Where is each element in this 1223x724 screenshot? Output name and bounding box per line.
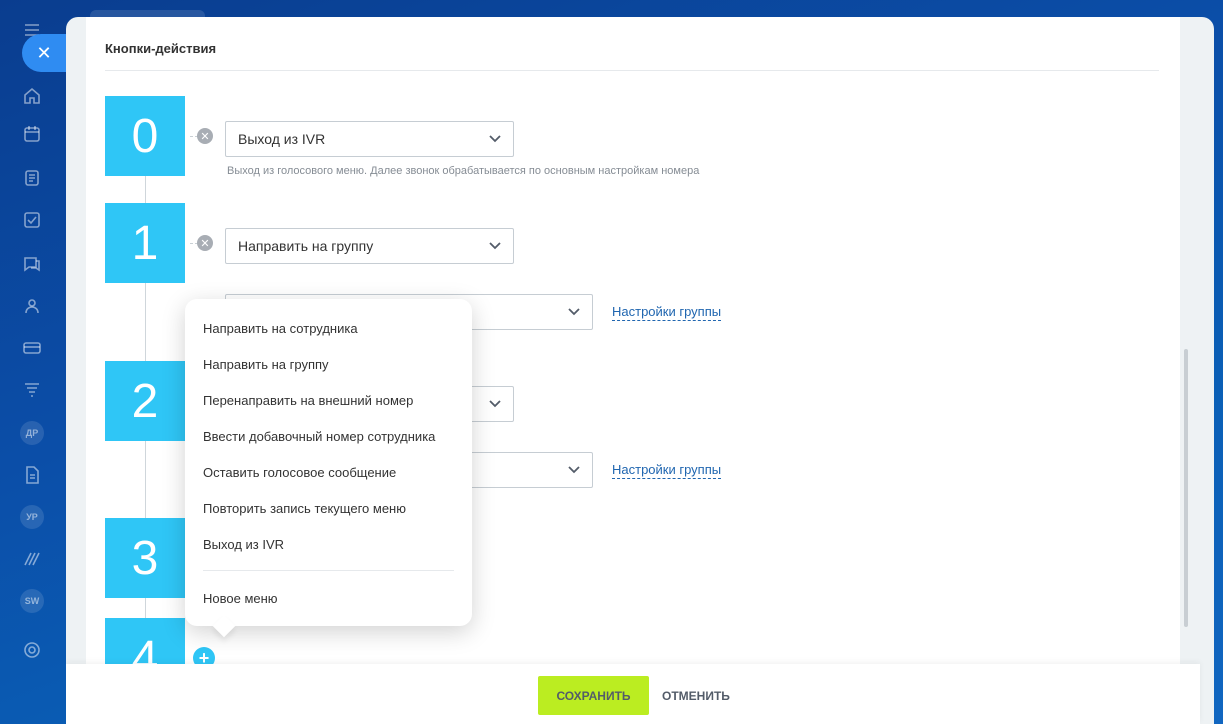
group-settings-link[interactable]: Настройки группы xyxy=(612,462,722,479)
contacts-icon[interactable] xyxy=(20,294,44,318)
action-dropdown-menu: Направить на сотрудника Направить на гру… xyxy=(185,299,472,638)
menu-item[interactable]: Ввести добавочный номер сотрудника xyxy=(203,429,435,444)
menu-item[interactable]: Направить на сотрудника xyxy=(203,321,358,336)
menu-item[interactable]: Оставить голосовое сообщение xyxy=(203,465,396,480)
menu-item[interactable]: Направить на группу xyxy=(203,357,329,372)
document-icon[interactable] xyxy=(20,166,44,190)
badge-ur[interactable]: УР xyxy=(20,505,44,529)
menu-item[interactable]: Выход из IVR xyxy=(203,537,284,552)
connector-line xyxy=(145,176,146,204)
connector-line xyxy=(145,440,146,518)
key-2: 2 xyxy=(105,361,185,441)
remove-icon[interactable]: ✕ xyxy=(197,235,213,251)
scrollbar[interactable] xyxy=(1184,349,1188,627)
chevron-down-icon xyxy=(568,308,580,316)
card-icon[interactable] xyxy=(20,336,44,360)
action-select-1[interactable]: Направить на группу xyxy=(225,228,514,264)
action-select-value: Выход из IVR xyxy=(238,131,326,147)
tasks-icon[interactable] xyxy=(20,208,44,232)
group-settings-link[interactable]: Настройки группы xyxy=(612,304,722,321)
home-icon[interactable] xyxy=(20,84,44,108)
cancel-button[interactable]: ОТМЕНИТЬ xyxy=(662,676,730,715)
connector-line xyxy=(145,598,146,618)
left-sidebar: ДР УР SW xyxy=(0,0,64,724)
menu-separator xyxy=(203,570,454,571)
chevron-down-icon xyxy=(568,466,580,474)
menu-item[interactable]: Повторить запись текущего меню xyxy=(203,501,406,516)
chevron-down-icon xyxy=(489,400,501,408)
chevron-down-icon xyxy=(489,242,501,250)
close-icon: ✕ xyxy=(36,42,52,63)
calendar-icon[interactable] xyxy=(20,122,44,146)
filter-icon[interactable] xyxy=(20,378,44,402)
popup-pointer xyxy=(212,614,236,638)
file-icon[interactable] xyxy=(20,463,44,487)
close-button[interactable]: ✕ xyxy=(22,34,66,72)
key-1: 1 xyxy=(105,203,185,283)
badge-dr[interactable]: ДР xyxy=(20,421,44,445)
footer-bar: СОХРАНИТЬ ОТМЕНИТЬ xyxy=(66,664,1200,724)
chat-icon[interactable] xyxy=(20,252,44,276)
logo-icon[interactable] xyxy=(20,547,44,571)
action-hint: Выход из голосового меню. Далее звонок о… xyxy=(227,165,700,177)
action-select-0[interactable]: Выход из IVR xyxy=(225,121,514,157)
action-select-value: Направить на группу xyxy=(238,238,374,254)
main-panel: Кнопки-действия 0 ✕ Выход из IVR Выход и… xyxy=(66,17,1214,724)
new-menu-item[interactable]: Новое меню xyxy=(203,591,278,606)
key-3: 3 xyxy=(105,518,185,598)
key-0: 0 xyxy=(105,96,185,176)
section-title: Кнопки-действия xyxy=(105,41,217,56)
divider xyxy=(105,70,1159,71)
badge-sw[interactable]: SW xyxy=(20,589,44,613)
ivr-card: Кнопки-действия 0 ✕ Выход из IVR Выход и… xyxy=(86,17,1180,698)
connector-line xyxy=(145,283,146,361)
remove-icon[interactable]: ✕ xyxy=(197,128,213,144)
menu-item[interactable]: Перенаправить на внешний номер xyxy=(203,393,413,408)
save-button[interactable]: СОХРАНИТЬ xyxy=(538,676,649,715)
chevron-down-icon xyxy=(489,135,501,143)
settings-icon[interactable] xyxy=(20,638,44,662)
